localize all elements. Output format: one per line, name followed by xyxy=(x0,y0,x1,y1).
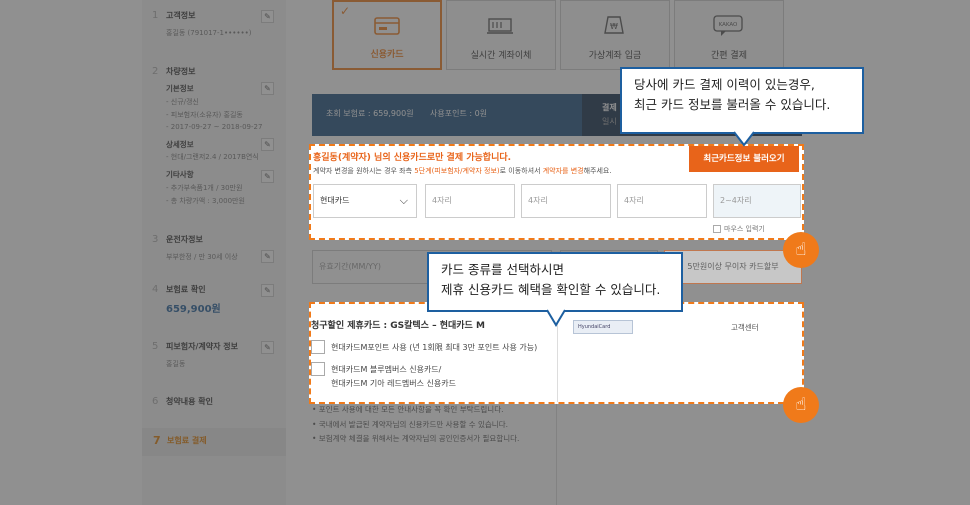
step-number: 5 xyxy=(152,341,159,352)
step-number: 7 xyxy=(153,434,161,447)
step-subtitle: 기본정보 xyxy=(166,84,194,93)
tab-label: 간편 결제 xyxy=(711,51,747,61)
notice-highlight: 계약자를 변경 xyxy=(542,167,584,175)
used-points: 사용포인트 : 0원 xyxy=(430,109,488,118)
step-title: 보험료 결제 xyxy=(167,436,207,445)
tab-kakao-pay[interactable]: KAKAO 간편 결제 xyxy=(674,0,784,70)
footnote: • 보험계약 체결을 위해서는 계약자님의 공인인증서가 필요합니다. xyxy=(312,434,520,443)
virtual-account-icon: ₩ xyxy=(604,16,624,34)
promo-title: 청구할인 제휴카드 : GS칼텍스 – 현대카드 M xyxy=(311,321,485,331)
promo-option-label: 현대카드M 기아 레드멤버스 신용카드 xyxy=(331,379,456,388)
promo-option-label: 현대카드M 블루멤버스 신용카드/ xyxy=(331,365,442,374)
card-number-1[interactable]: 4자리 xyxy=(425,184,515,218)
footnote: • 포인트 사용에 대한 모든 안내사항을 꼭 확인 부탁드립니다. xyxy=(312,405,504,414)
mouse-input-toggle[interactable]: 마우스 입력기 xyxy=(713,224,765,234)
summary-right-sub: 일시 xyxy=(602,117,617,126)
step-7-active[interactable]: 7 보험료 결제 xyxy=(142,428,286,456)
step-number: 6 xyxy=(152,396,159,407)
step-detail: 홍길동 (791017-1••••••) xyxy=(166,29,252,37)
notice-text: 계약자 변경을 원하시는 경우 좌측 xyxy=(313,167,415,175)
installment-label: 5만원이상 무이자 카드할부 xyxy=(664,250,802,284)
hand-pointer-icon[interactable]: ☝ xyxy=(783,387,819,423)
summary-right-title: 결제 xyxy=(602,103,617,112)
check-icon: ✓ xyxy=(340,4,351,18)
step-number: 3 xyxy=(152,234,159,245)
notice-text: 해주세요. xyxy=(583,167,612,175)
step-detail: 부부한정 / 만 30세 이상 xyxy=(166,253,238,261)
step-detail: 홍길동 xyxy=(166,360,186,368)
step-detail: - 추가부속품1개 / 30만원 xyxy=(166,184,243,192)
step-title: 보험료 확인 xyxy=(166,285,206,294)
payment-screen: 1 고객정보 홍길동 (791017-1••••••) ✎ 2 차량정보 기본정… xyxy=(0,0,970,505)
credit-card-icon xyxy=(374,17,400,35)
hyundai-card-logo: HyundaiCard xyxy=(573,320,633,334)
tooltip-recent-card: 당사에 카드 결제 이력이 있는경우, 최근 카드 정보를 불러올 수 있습니다… xyxy=(620,67,864,147)
checkbox[interactable] xyxy=(311,340,325,354)
tab-bank-transfer[interactable]: 실시간 계좌이체 xyxy=(446,0,556,70)
tab-virtual-account[interactable]: ₩ 가상계좌 입금 xyxy=(560,0,670,70)
tab-label: 가상계좌 입금 xyxy=(588,51,642,61)
tooltip-card-benefit: 카드 종류를 선택하시면 제휴 신용카드 혜택을 확인할 수 있습니다. xyxy=(427,252,683,327)
tab-label: 실시간 계좌이체 xyxy=(470,51,532,61)
step-detail: - 피보험자(소유자) 홍길동 xyxy=(166,111,243,119)
tooltip-line: 제휴 신용카드 혜택을 확인할 수 있습니다. xyxy=(441,282,661,297)
card-number-4[interactable]: 2~4자리 xyxy=(713,184,801,218)
step-title: 피보험자/계약자 정보 xyxy=(166,342,238,351)
step-sidebar: 1 고객정보 홍길동 (791017-1••••••) ✎ 2 차량정보 기본정… xyxy=(142,0,286,505)
edit-icon[interactable]: ✎ xyxy=(261,82,274,95)
card-number-3[interactable]: 4자리 xyxy=(617,184,707,218)
step-detail: - 총 차량가액 : 3,000만원 xyxy=(166,197,245,205)
premium-amount: 659,900원 xyxy=(166,304,221,315)
notice-text: 로 이동하셔서 xyxy=(499,167,543,175)
step-number: 1 xyxy=(152,10,159,21)
tab-label: 신용카드 xyxy=(370,50,404,60)
footnote: • 국내에서 발급된 계약자님의 신용카드만 사용할 수 있습니다. xyxy=(312,420,508,429)
promo-option-label: 현대카드M포인트 사용 (년 1회限 최대 3만 포인트 사용 가능) xyxy=(331,343,538,352)
notice-title: 홍길동(계약자) 님의 신용카드로만 결제 가능합니다. xyxy=(313,153,512,163)
step-subtitle: 상세정보 xyxy=(166,140,194,149)
step-title: 운전자정보 xyxy=(166,235,203,244)
customer-center-label: 고객센터 xyxy=(731,323,759,332)
hand-pointer-icon[interactable]: ☝ xyxy=(783,232,819,268)
step-detail: - 2017-09-27 ~ 2018-09-27 xyxy=(166,123,263,131)
card-type-select[interactable]: 현대카드 ⌵ xyxy=(313,184,417,218)
edit-icon[interactable]: ✎ xyxy=(261,250,274,263)
load-recent-card-button[interactable]: 최근카드정보 불러오기 xyxy=(689,146,799,172)
step-title: 차량정보 xyxy=(166,67,196,76)
step-subtitle: 기타사항 xyxy=(166,170,194,179)
edit-icon[interactable]: ✎ xyxy=(261,10,274,23)
checkbox[interactable] xyxy=(311,362,325,376)
divider xyxy=(556,404,557,505)
chevron-down-icon: ⌵ xyxy=(399,194,408,207)
step-detail: - 신규/갱신 xyxy=(166,98,199,106)
tooltip-tail xyxy=(733,131,755,147)
notice-detail: 계약자 변경을 원하시는 경우 좌측 5단계(피보험자/계약자 정보)로 이동하… xyxy=(313,166,612,176)
tooltip-line: 카드 종류를 선택하시면 xyxy=(441,262,564,277)
checkbox[interactable] xyxy=(713,225,721,233)
step-number: 4 xyxy=(152,284,159,295)
step-number: 2 xyxy=(152,66,159,77)
svg-text:₩: ₩ xyxy=(610,22,618,31)
edit-icon[interactable]: ✎ xyxy=(261,284,274,297)
initial-premium: 초회 보험료 : 659,900원 xyxy=(326,109,414,118)
tooltip-line: 최근 카드 정보를 불러올 수 있습니다. xyxy=(634,97,831,112)
card-input-highlight: 홍길동(계약자) 님의 신용카드로만 결제 가능합니다. 계약자 변경을 원하시… xyxy=(309,144,804,240)
edit-icon[interactable]: ✎ xyxy=(261,138,274,151)
tooltip-line: 당사에 카드 결제 이력이 있는경우, xyxy=(634,77,815,92)
edit-icon[interactable]: ✎ xyxy=(261,170,274,183)
step-title: 고객정보 xyxy=(166,11,196,20)
notice-highlight: 5단계(피보험자/계약자 정보) xyxy=(414,167,500,175)
tab-credit-card[interactable]: ✓ 신용카드 xyxy=(332,0,442,70)
card-type-value: 현대카드 xyxy=(320,196,350,205)
kakao-badge: KAKAO xyxy=(719,22,738,28)
card-number-2[interactable]: 4자리 xyxy=(521,184,611,218)
kakao-pay-icon: KAKAO xyxy=(713,15,743,36)
tooltip-tail xyxy=(546,309,566,327)
mouse-input-label: 마우스 입력기 xyxy=(724,225,765,233)
edit-icon[interactable]: ✎ xyxy=(261,341,274,354)
step-detail: - 현대/그랜저2.4 / 2017B연식 xyxy=(166,153,259,161)
step-title: 청약내용 확인 xyxy=(166,397,213,406)
bank-transfer-icon xyxy=(487,18,513,34)
